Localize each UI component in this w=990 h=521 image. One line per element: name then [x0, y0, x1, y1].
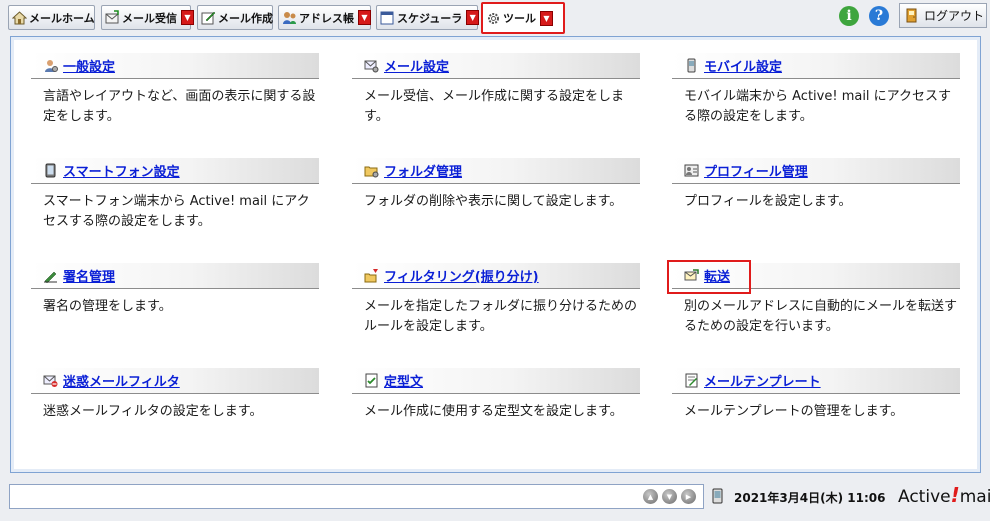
- template-text-link[interactable]: 定型文: [384, 371, 423, 390]
- brand-suffix: mail: [959, 487, 990, 507]
- scroll-up-icon[interactable]: ▲: [643, 489, 658, 504]
- mail-template-desc: メールテンプレートの管理をします。: [684, 404, 904, 419]
- scroll-down-icon[interactable]: ▼: [662, 489, 677, 504]
- scheduler-label: スケジューラ: [397, 11, 463, 25]
- mail-template-icon: [684, 373, 699, 388]
- info-icon[interactable]: i: [839, 6, 859, 26]
- setting-item-mail: メール設定 メール受信、メール作成に関する設定をします。: [352, 53, 640, 127]
- setting-item-signature: 署名管理 署名の管理をします。: [31, 263, 319, 317]
- general-settings-link[interactable]: 一般設定: [63, 56, 115, 75]
- address-book-button[interactable]: アドレス帳 ▼: [278, 5, 371, 30]
- mail-home-label: メールホーム: [29, 11, 95, 25]
- brand-prefix: Active: [898, 487, 951, 507]
- template-text-desc: メール作成に使用する定型文を設定します。: [364, 404, 623, 419]
- message-display: [9, 484, 704, 509]
- setting-item-spam: 迷惑メールフィルタ 迷惑メールフィルタの設定をします。: [31, 368, 319, 422]
- tools-label: ツール: [503, 12, 536, 25]
- mail-settings-desc: メール受信、メール作成に関する設定をします。: [364, 89, 625, 124]
- scroll-next-icon[interactable]: ▶: [681, 489, 696, 504]
- spam-filter-icon: [43, 373, 58, 388]
- setting-item-folder: フォルダ管理 フォルダの削除や表示に関して設定します。: [352, 158, 640, 212]
- setting-item-mobile: モバイル設定 モバイル端末から Active! mail にアクセスする際の設定…: [672, 53, 960, 127]
- filtering-desc: メールを指定したフォルダに振り分けるためのルールを設定します。: [364, 299, 638, 334]
- smartphone-icon: [43, 163, 58, 178]
- activemail-logo: Active!mail: [898, 483, 990, 507]
- forward-desc: 別のメールアドレスに自動的にメールを転送するための設定を行います。: [684, 299, 958, 334]
- profile-management-desc: プロフィールを設定します。: [684, 194, 852, 209]
- forward-highlight: [667, 260, 751, 294]
- scheduler-button[interactable]: スケジューラ ▼: [376, 5, 480, 30]
- logout-button[interactable]: ログアウト: [899, 3, 987, 28]
- setting-item-filtering: フィルタリング(振り分け) メールを指定したフォルダに振り分けるためのルールを設…: [352, 263, 640, 337]
- home-icon: [11, 10, 28, 25]
- tools-panel: 一般設定 言語やレイアウトなど、画面の表示に関する設定をします。 メール設定 メ…: [10, 36, 981, 473]
- profile-card-icon: [684, 163, 699, 178]
- setting-item-profile: プロフィール管理 プロフィールを設定します。: [672, 158, 960, 212]
- mail-compose-label: メール作成: [218, 11, 273, 25]
- folder-gear-icon: [364, 163, 379, 178]
- filtering-link[interactable]: フィルタリング(振り分け): [384, 266, 539, 285]
- mail-home-button[interactable]: メールホーム: [8, 5, 95, 30]
- mail-gear-icon: [364, 58, 379, 73]
- scheduler-dropdown-icon[interactable]: ▼: [466, 10, 480, 25]
- spam-filter-desc: 迷惑メールフィルタの設定をします。: [43, 404, 263, 419]
- mail-receive-icon: [105, 10, 120, 25]
- folder-management-link[interactable]: フォルダ管理: [384, 161, 462, 180]
- profile-management-link[interactable]: プロフィール管理: [704, 161, 808, 180]
- mail-receive-button[interactable]: メール受信 ▼: [101, 5, 194, 30]
- setting-item-mail-template: メールテンプレート メールテンプレートの管理をします。: [672, 368, 960, 422]
- tools-dropdown-icon[interactable]: ▼: [540, 10, 553, 26]
- mail-template-link[interactable]: メールテンプレート: [704, 371, 821, 390]
- address-book-icon: [282, 10, 297, 25]
- device-icon: [712, 488, 723, 504]
- spam-filter-link[interactable]: 迷惑メールフィルタ: [63, 371, 180, 390]
- logout-label: ログアウト: [924, 9, 985, 23]
- mail-compose-button[interactable]: メール作成: [197, 5, 273, 30]
- mobile-phone-icon: [684, 58, 699, 73]
- setting-item-general: 一般設定 言語やレイアウトなど、画面の表示に関する設定をします。: [31, 53, 319, 127]
- smartphone-settings-desc: スマートフォン端末から Active! mail にアクセスする際の設定をします…: [43, 194, 310, 229]
- person-gear-icon: [43, 58, 58, 73]
- datetime-display: 2021年3月4日(木) 11:06: [734, 491, 886, 505]
- mobile-settings-desc: モバイル端末から Active! mail にアクセスする際の設定をします。: [684, 89, 952, 124]
- calendar-icon: [380, 10, 395, 25]
- general-settings-desc: 言語やレイアウトなど、画面の表示に関する設定をします。: [43, 89, 316, 124]
- status-bar: ▲ ▼ ▶ 2021年3月4日(木) 11:06 Active!mail: [6, 480, 990, 514]
- filter-sort-icon: [364, 268, 379, 283]
- mail-receive-label: メール受信: [122, 11, 177, 25]
- setting-item-smartphone: スマートフォン設定 スマートフォン端末から Active! mail にアクセス…: [31, 158, 319, 232]
- gear-icon: [486, 11, 501, 26]
- signature-management-desc: 署名の管理をします。: [43, 299, 172, 314]
- compose-icon: [201, 10, 216, 25]
- top-toolbar: メールホーム メール受信 ▼ メール作成 アドレス帳 ▼ スケジューラ ▼ ツー…: [0, 0, 990, 34]
- mobile-settings-link[interactable]: モバイル設定: [704, 56, 782, 75]
- pen-icon: [43, 268, 58, 284]
- smartphone-settings-link[interactable]: スマートフォン設定: [63, 161, 180, 180]
- address-book-dropdown-icon[interactable]: ▼: [358, 10, 371, 25]
- brand-bang: !: [950, 483, 960, 507]
- signature-management-link[interactable]: 署名管理: [63, 266, 115, 285]
- help-icon[interactable]: ?: [869, 6, 889, 26]
- setting-item-template-text: 定型文 メール作成に使用する定型文を設定します。: [352, 368, 640, 422]
- tools-button[interactable]: ツール ▼: [481, 2, 565, 34]
- folder-management-desc: フォルダの削除や表示に関して設定します。: [364, 194, 623, 209]
- template-text-icon: [364, 373, 379, 388]
- mail-settings-link[interactable]: メール設定: [384, 56, 449, 75]
- mail-receive-dropdown-icon[interactable]: ▼: [181, 10, 194, 25]
- logout-door-icon: [905, 8, 919, 23]
- address-book-label: アドレス帳: [299, 11, 354, 25]
